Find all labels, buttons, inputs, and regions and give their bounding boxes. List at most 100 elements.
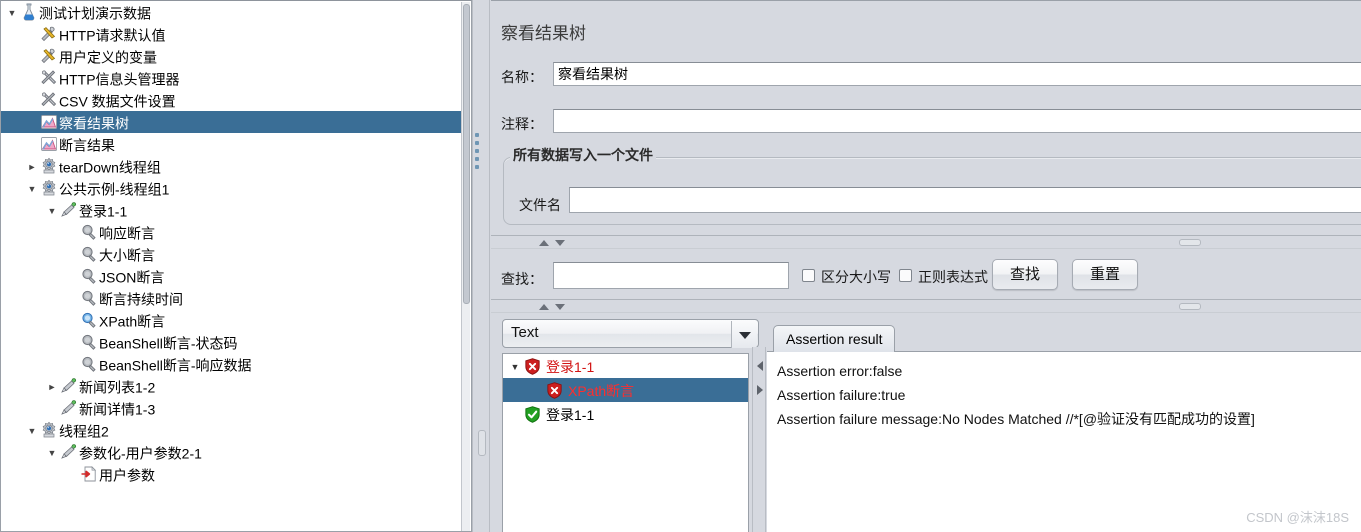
chevron-up-icon[interactable] bbox=[539, 240, 549, 246]
result-item-2[interactable]: 登录1-1 bbox=[503, 402, 748, 426]
tree-item-1[interactable]: HTTP请求默认值 bbox=[1, 23, 461, 45]
tree-item-7[interactable]: ► tearDown线程组 bbox=[1, 155, 461, 177]
find-button[interactable]: 查找 bbox=[992, 259, 1058, 290]
reset-button[interactable]: 重置 bbox=[1072, 259, 1138, 290]
result-item-1[interactable]: XPath断言 bbox=[503, 378, 748, 402]
name-input[interactable]: 察看结果树 bbox=[553, 62, 1361, 86]
tree-item-18[interactable]: 新闻详情1-3 bbox=[1, 397, 461, 419]
chevron-down-icon[interactable] bbox=[739, 332, 751, 339]
tree-item-3[interactable]: HTTP信息头管理器 bbox=[1, 67, 461, 89]
tree-item-13[interactable]: 断言持续时间 bbox=[1, 287, 461, 309]
twisty-collapsed-icon[interactable]: ► bbox=[25, 156, 39, 178]
chevron-right-icon[interactable] bbox=[757, 385, 763, 395]
tree-vertical-scrollbar[interactable] bbox=[461, 2, 470, 531]
splitter-collapse-arrows[interactable] bbox=[539, 239, 573, 248]
twisty-expanded-icon[interactable]: ▼ bbox=[507, 355, 523, 379]
test-plan-tree-panel[interactable]: ▼ 测试计划演示数据 HTTP请求默认值 用户定义的变量 HTTP信息头管理器 CSV 数… bbox=[0, 0, 472, 532]
tree-item-16[interactable]: BeanShell断言-响应数据 bbox=[1, 353, 461, 375]
renderer-select-arrow-box[interactable] bbox=[731, 321, 757, 348]
splitter-handle-top[interactable] bbox=[1179, 239, 1201, 246]
tree-item-2[interactable]: 用户定义的变量 bbox=[1, 45, 461, 67]
twisty-collapsed-icon[interactable]: ► bbox=[45, 376, 59, 398]
twisty-expanded-icon[interactable]: ▼ bbox=[25, 178, 39, 200]
tree-item-label: 线程组2 bbox=[59, 423, 109, 440]
results-area: Text ▼ 登录1-1 XPath断言登录1-1 Assertion result… bbox=[491, 313, 1361, 532]
tree-item-20[interactable]: ▼ 参数化-用户参数2-1 bbox=[1, 441, 461, 463]
chevron-down-icon[interactable] bbox=[555, 240, 565, 246]
assertion-icon bbox=[79, 332, 99, 352]
tree-item-9[interactable]: ▼ 登录1-1 bbox=[1, 199, 461, 221]
tree-item-0[interactable]: ▼ 测试计划演示数据 bbox=[1, 1, 461, 23]
tree-item-label: BeanShell断言-状态码 bbox=[99, 335, 238, 352]
tree-scrollbar-thumb[interactable] bbox=[463, 4, 470, 304]
tree-item-6[interactable]: 断言结果 bbox=[1, 133, 461, 155]
result-item-label: XPath断言 bbox=[568, 383, 635, 400]
renderer-select[interactable]: Text bbox=[502, 319, 759, 348]
tree-item-10[interactable]: 响应断言 bbox=[1, 221, 461, 243]
tree-item-5[interactable]: 察看结果树 bbox=[1, 111, 461, 133]
chevron-down-icon[interactable] bbox=[555, 304, 565, 310]
assertion-result-body: Assertion error:false Assertion failure:t… bbox=[767, 351, 1361, 532]
watermark: CSDN @沫沫18S bbox=[1246, 510, 1349, 525]
thread-group-icon bbox=[39, 156, 59, 176]
tree-item-15[interactable]: BeanShell断言-状态码 bbox=[1, 331, 461, 353]
tree-item-label: 登录1-1 bbox=[79, 203, 128, 220]
splitter-collapse-arrows-2[interactable] bbox=[539, 303, 573, 312]
splitter-grip-handle[interactable] bbox=[478, 430, 486, 456]
test-plan-tree[interactable]: ▼ 测试计划演示数据 HTTP请求默认值 用户定义的变量 HTTP信息头管理器 CSV 数… bbox=[1, 1, 461, 485]
sample-result-tree[interactable]: ▼ 登录1-1 XPath断言登录1-1 bbox=[502, 353, 749, 532]
tree-item-label: tearDown线程组 bbox=[59, 159, 161, 176]
tab-assertion-result[interactable]: Assertion result bbox=[773, 325, 896, 352]
twisty-expanded-icon[interactable]: ▼ bbox=[5, 2, 19, 24]
tree-item-label: 新闻列表1-2 bbox=[79, 379, 156, 396]
case-sensitive-checkbox[interactable] bbox=[802, 269, 815, 282]
result-success-icon bbox=[523, 405, 542, 424]
element-editor-panel: 察看结果树 名称： 察看结果树 注释： 所有数据写入一个文件 文件名 查找： 区… bbox=[491, 0, 1361, 532]
case-sensitive-label[interactable]: 区分大小写 bbox=[821, 267, 891, 287]
tree-item-label: 断言结果 bbox=[59, 137, 115, 154]
tree-item-8[interactable]: ▼ 公共示例-线程组1 bbox=[1, 177, 461, 199]
tree-item-12[interactable]: JSON断言 bbox=[1, 265, 461, 287]
assertion-line-1: Assertion failure:true bbox=[777, 387, 906, 403]
tree-item-14[interactable]: XPath断言 bbox=[1, 309, 461, 331]
assertion-line-0: Assertion error:false bbox=[777, 363, 903, 379]
horizontal-splitter-bottom[interactable] bbox=[491, 299, 1361, 313]
regex-checkbox[interactable] bbox=[899, 269, 912, 282]
assertion-icon bbox=[79, 222, 99, 242]
twisty-expanded-icon[interactable]: ▼ bbox=[25, 420, 39, 442]
twisty-expanded-icon[interactable]: ▼ bbox=[45, 200, 59, 222]
sampler-icon bbox=[59, 442, 79, 462]
horizontal-splitter-top[interactable] bbox=[491, 235, 1361, 249]
main-vertical-splitter[interactable] bbox=[472, 0, 490, 532]
sampler-icon bbox=[59, 200, 79, 220]
regex-label[interactable]: 正则表达式 bbox=[918, 267, 988, 287]
assertion-icon bbox=[79, 244, 99, 264]
search-input[interactable] bbox=[553, 262, 789, 289]
chevron-up-icon[interactable] bbox=[539, 304, 549, 310]
results-vertical-splitter[interactable] bbox=[752, 347, 766, 532]
comment-input[interactable] bbox=[553, 109, 1361, 133]
tree-item-label: HTTP请求默认值 bbox=[59, 27, 166, 44]
comment-field-label: 注释： bbox=[501, 116, 543, 132]
tree-item-label: HTTP信息头管理器 bbox=[59, 71, 180, 88]
tree-item-11[interactable]: 大小断言 bbox=[1, 243, 461, 265]
tree-item-label: 测试计划演示数据 bbox=[39, 5, 151, 22]
chevron-left-icon[interactable] bbox=[757, 361, 763, 371]
result-item-0[interactable]: ▼ 登录1-1 bbox=[503, 354, 748, 378]
test-plan-icon bbox=[19, 2, 39, 22]
tree-item-label: XPath断言 bbox=[99, 313, 166, 330]
tree-item-21[interactable]: 用户参数 bbox=[1, 463, 461, 485]
assertion-result-text: Assertion error:false Assertion failure:t… bbox=[767, 352, 1361, 431]
splitter-handle-bottom[interactable] bbox=[1179, 303, 1201, 310]
sampler-icon bbox=[59, 376, 79, 396]
twisty-expanded-icon[interactable]: ▼ bbox=[45, 442, 59, 464]
config-defaults-icon bbox=[39, 24, 59, 44]
tree-item-17[interactable]: ► 新闻列表1-2 bbox=[1, 375, 461, 397]
tree-item-label: 公共示例-线程组1 bbox=[59, 181, 170, 198]
tree-item-label: 用户参数 bbox=[99, 467, 155, 484]
tree-item-4[interactable]: CSV 数据文件设置 bbox=[1, 89, 461, 111]
write-all-data-group-title: 所有数据写入一个文件 bbox=[510, 145, 656, 165]
tree-item-19[interactable]: ▼ 线程组2 bbox=[1, 419, 461, 441]
tree-item-label: 断言持续时间 bbox=[99, 291, 183, 308]
filename-input[interactable] bbox=[569, 187, 1361, 213]
